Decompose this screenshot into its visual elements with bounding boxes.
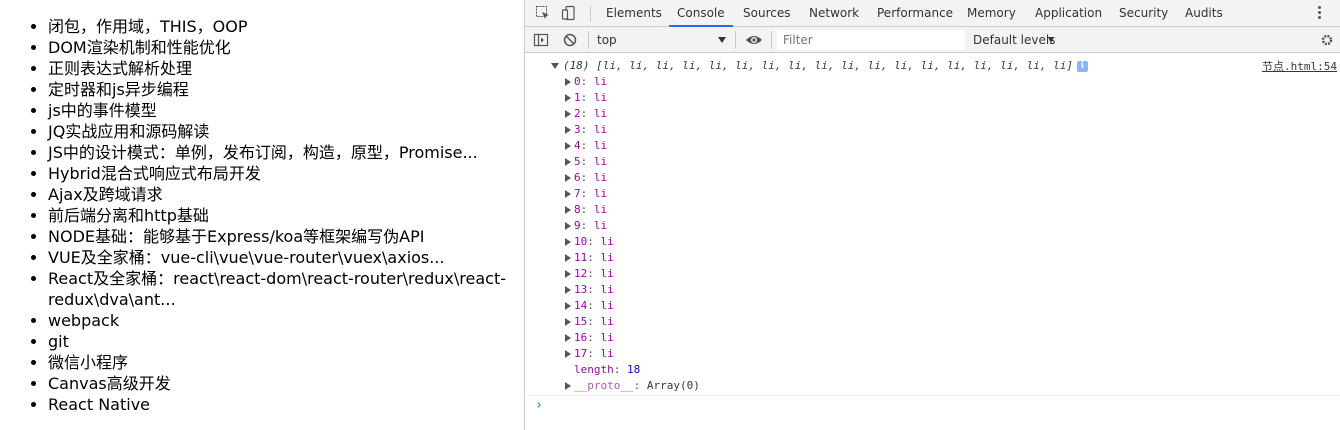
filter-input[interactable] <box>777 30 965 50</box>
tab-memory[interactable]: Memory <box>967 0 1016 27</box>
expand-triangle-icon[interactable] <box>551 63 559 69</box>
tab-performance[interactable]: Performance <box>877 0 953 27</box>
array-entry[interactable]: 12: li <box>565 266 614 282</box>
array-entry[interactable]: 13: li <box>565 282 614 298</box>
array-entry[interactable]: 6: li <box>565 170 607 186</box>
chevron-down-icon[interactable] <box>718 37 726 43</box>
list-item: JQ实战应用和源码解读 <box>48 121 508 142</box>
prompt-chevron-icon: › <box>535 398 543 413</box>
list-item: 正则表达式解析处理 <box>48 58 508 79</box>
expand-triangle-icon[interactable] <box>565 302 571 310</box>
list-item: git <box>48 331 508 352</box>
list-item: VUE及全家桶：vue-cli\vue\vue-router\vuex\axio… <box>48 247 508 268</box>
list-item: 前后端分离和http基础 <box>48 205 508 226</box>
expand-triangle-icon[interactable] <box>565 206 571 214</box>
more-options-icon[interactable] <box>1318 5 1322 21</box>
array-proto[interactable]: __proto__: Array(0) <box>565 378 700 394</box>
toolbar-separator <box>771 31 772 49</box>
expand-triangle-icon[interactable] <box>565 94 571 102</box>
array-entry[interactable]: 5: li <box>565 154 607 170</box>
page-content: 闭包，作用域，THIS，OOP DOM渲染机制和性能优化 正则表达式解析处理 定… <box>0 0 525 430</box>
array-entry[interactable]: 7: li <box>565 186 607 202</box>
inspect-element-icon[interactable] <box>535 5 551 21</box>
tab-sources[interactable]: Sources <box>743 0 790 27</box>
eye-icon[interactable] <box>745 33 763 47</box>
tab-application[interactable]: Application <box>1035 0 1102 27</box>
expand-triangle-icon[interactable] <box>565 158 571 166</box>
list-item: React Native <box>48 394 508 415</box>
array-entry[interactable]: 14: li <box>565 298 614 314</box>
expand-triangle-icon[interactable] <box>565 110 571 118</box>
list-item: JS中的设计模式：单例，发布订阅，构造，原型，Promise... <box>48 142 508 163</box>
expand-triangle-icon[interactable] <box>565 286 571 294</box>
list-item: 微信小程序 <box>48 352 508 373</box>
tab-security[interactable]: Security <box>1119 0 1168 27</box>
tab-audits[interactable]: Audits <box>1185 0 1223 27</box>
topic-list: 闭包，作用域，THIS，OOP DOM渲染机制和性能优化 正则表达式解析处理 定… <box>48 16 508 415</box>
array-entry[interactable]: 2: li <box>565 106 607 122</box>
source-link[interactable]: 节点.html:54 <box>1262 58 1337 74</box>
tab-network[interactable]: Network <box>809 0 859 27</box>
list-item: js中的事件模型 <box>48 100 508 121</box>
expand-triangle-icon[interactable] <box>565 318 571 326</box>
array-preview: (18) [li, li, li, li, li, li, li, li, li… <box>563 59 1073 72</box>
expand-triangle-icon[interactable] <box>565 270 571 278</box>
expand-triangle-icon[interactable] <box>565 222 571 230</box>
toolbar-separator <box>588 31 589 49</box>
expand-triangle-icon[interactable] <box>565 174 571 182</box>
array-entry[interactable]: 11: li <box>565 250 614 266</box>
list-item: Ajax及跨域请求 <box>48 184 508 205</box>
expand-triangle-icon[interactable] <box>565 142 571 150</box>
array-entry[interactable]: 16: li <box>565 330 614 346</box>
expand-triangle-icon[interactable] <box>565 334 571 342</box>
context-select[interactable]: top <box>597 27 617 53</box>
console-toolbar: top Default levels <box>525 27 1340 53</box>
list-item: Canvas高级开发 <box>48 373 508 394</box>
array-entry[interactable]: 10: li <box>565 234 614 250</box>
device-toolbar-icon[interactable] <box>561 5 577 21</box>
list-item: React及全家桶：react\react-dom\react-router\r… <box>48 268 508 310</box>
devtools-tabbar: Elements Console Sources Network Perform… <box>525 0 1340 27</box>
array-entry[interactable]: 15: li <box>565 314 614 330</box>
array-entry[interactable]: 1: li <box>565 90 607 106</box>
expand-triangle-icon[interactable] <box>565 78 571 86</box>
chevron-down-icon[interactable] <box>1048 37 1054 43</box>
expand-triangle-icon[interactable] <box>565 126 571 134</box>
expand-triangle-icon[interactable] <box>565 350 571 358</box>
list-item: 定时器和js异步编程 <box>48 79 508 100</box>
array-entry[interactable]: 4: li <box>565 138 607 154</box>
expand-triangle-icon[interactable] <box>565 382 571 390</box>
tab-elements[interactable]: Elements <box>606 0 662 27</box>
console-input[interactable]: › <box>525 395 1340 415</box>
console-output: (18) [li, li, li, li, li, li, li, li, li… <box>525 54 1340 430</box>
tab-console[interactable]: Console <box>669 0 733 27</box>
settings-gear-icon[interactable] <box>1319 32 1335 48</box>
info-icon[interactable]: i <box>1076 60 1088 72</box>
log-array-summary[interactable]: (18) [li, li, li, li, li, li, li, li, li… <box>551 58 1088 74</box>
array-entry[interactable]: 0: li <box>565 74 607 90</box>
devtools-panel: Elements Console Sources Network Perform… <box>524 0 1340 430</box>
array-entry[interactable]: 3: li <box>565 122 607 138</box>
expand-triangle-icon[interactable] <box>565 254 571 262</box>
array-entry[interactable]: 17: li <box>565 346 614 362</box>
default-levels-select[interactable]: Default levels <box>973 27 1055 53</box>
list-item: DOM渲染机制和性能优化 <box>48 37 508 58</box>
array-entry[interactable]: 8: li <box>565 202 607 218</box>
sidebar-toggle-icon[interactable] <box>533 32 549 48</box>
array-length: length: 18 <box>574 363 641 376</box>
list-item: webpack <box>48 310 508 331</box>
list-item: NODE基础：能够基于Express/koa等框架编写伪API <box>48 226 508 247</box>
list-item: 闭包，作用域，THIS，OOP <box>48 16 508 37</box>
clear-console-icon[interactable] <box>562 32 578 48</box>
expand-triangle-icon[interactable] <box>565 238 571 246</box>
toolbar-separator <box>735 31 736 49</box>
list-item: Hybrid混合式响应式布局开发 <box>48 163 508 184</box>
array-entry[interactable]: 9: li <box>565 218 607 234</box>
expand-triangle-icon[interactable] <box>565 190 571 198</box>
tabbar-separator <box>590 5 591 22</box>
